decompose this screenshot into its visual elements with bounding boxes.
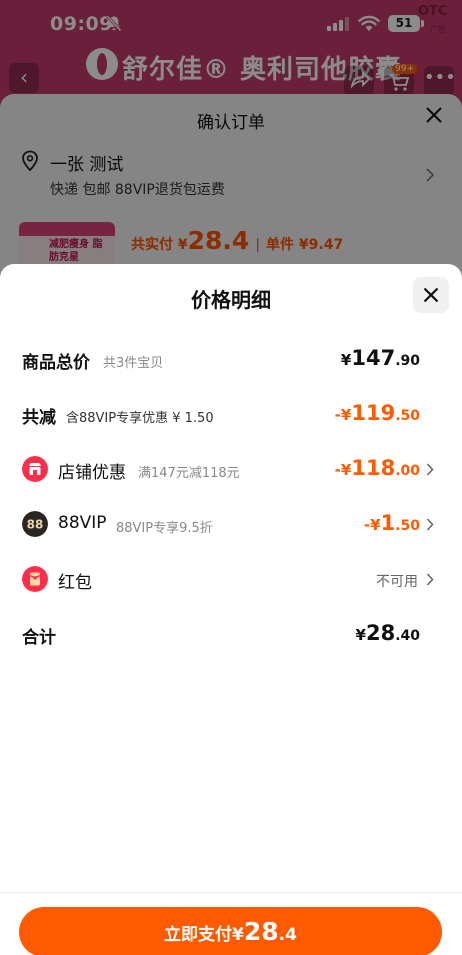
amount-yen: -¥ [334,406,352,424]
row-sub: 共3件宝贝 [103,356,164,371]
dim-overlay[interactable] [0,0,462,300]
chevron-right-icon [426,573,434,586]
row-total-discount: 共减 含88VIP专享优惠 ¥ 1.50 -¥119.50 [0,401,462,431]
amount-yen: -¥ [334,461,352,479]
row-label: 店铺优惠 [58,463,126,483]
price-detail-sheet: 价格明细 商品总价 共3件宝贝 ¥147.90 共减 含88VIP专享优惠 ¥ … [0,264,462,955]
row-amount: ¥28.40 [356,621,420,645]
row-shop-coupon[interactable]: 店铺优惠 满147元减118元 -¥118.00 [0,456,462,486]
red-packet-icon [22,566,48,592]
amount-int: 1 [380,511,396,535]
pay-now-button[interactable]: 立即支付¥28.4 [19,907,442,955]
row-goods-total: 商品总价 共3件宝贝 ¥147.90 [0,346,462,376]
chevron-right-icon [426,463,434,476]
amount-dec: .50 [395,518,420,534]
amount-dec: .00 [395,463,420,479]
row-88vip[interactable]: 88 88VIP 88VIP专享9.5折 -¥1.50 [0,511,462,541]
shop-coupon-icon [22,456,48,482]
amount-dec: .90 [395,353,420,369]
row-amount: ¥147.90 [341,346,420,370]
amount-yen: ¥ [340,351,352,369]
row-label: 合计 [22,628,56,648]
row-sub: 88VIP专享9.5折 [116,521,213,536]
pay-button-label: 立即支付 [164,925,233,945]
row-grand-total: 合计 ¥28.40 [0,621,462,651]
amount-int: 147 [351,346,396,370]
chevron-right-icon [426,518,434,531]
row-red-packet[interactable]: 红包 不可用 [0,566,462,596]
row-amount: -¥118.00 [335,456,420,480]
amount-int: 119 [351,401,396,425]
pay-button-yen: ¥ [232,925,244,945]
product-page-background: 09:09 51 OTC 广告 ‹ 舒尔佳® 奥利司他胶囊 99+ ••• 确认… [0,0,462,304]
amount-int: 118 [351,456,396,480]
bottom-pay-bar: 立即支付¥28.4 [0,892,462,955]
row-label: 商品总价 [22,353,90,373]
amount-yen: -¥ [363,516,381,534]
amount-yen: ¥ [355,626,366,644]
row-sub: 含88VIP专享优惠 ¥ 1.50 [66,411,214,426]
close-button[interactable] [413,277,449,313]
amount-dec: .50 [395,408,420,424]
row-label: 红包 [58,573,92,593]
pay-button-amount-int: 28 [243,917,279,946]
row-sub: 满147元减118元 [138,466,240,481]
row-label: 共减 [22,408,56,428]
row-amount: -¥1.50 [364,511,420,535]
amount-dec: .40 [395,628,420,644]
row-amount: -¥119.50 [335,401,420,425]
row-label: 88VIP [58,513,107,533]
pay-button-amount-dec: .4 [278,925,297,945]
vip-88-icon: 88 [22,511,48,537]
close-icon [423,287,439,303]
red-packet-status: 不可用 [376,574,418,590]
amount-int: 28 [365,621,396,645]
price-detail-title: 价格明细 [191,288,271,312]
svg-text:88: 88 [27,518,44,532]
